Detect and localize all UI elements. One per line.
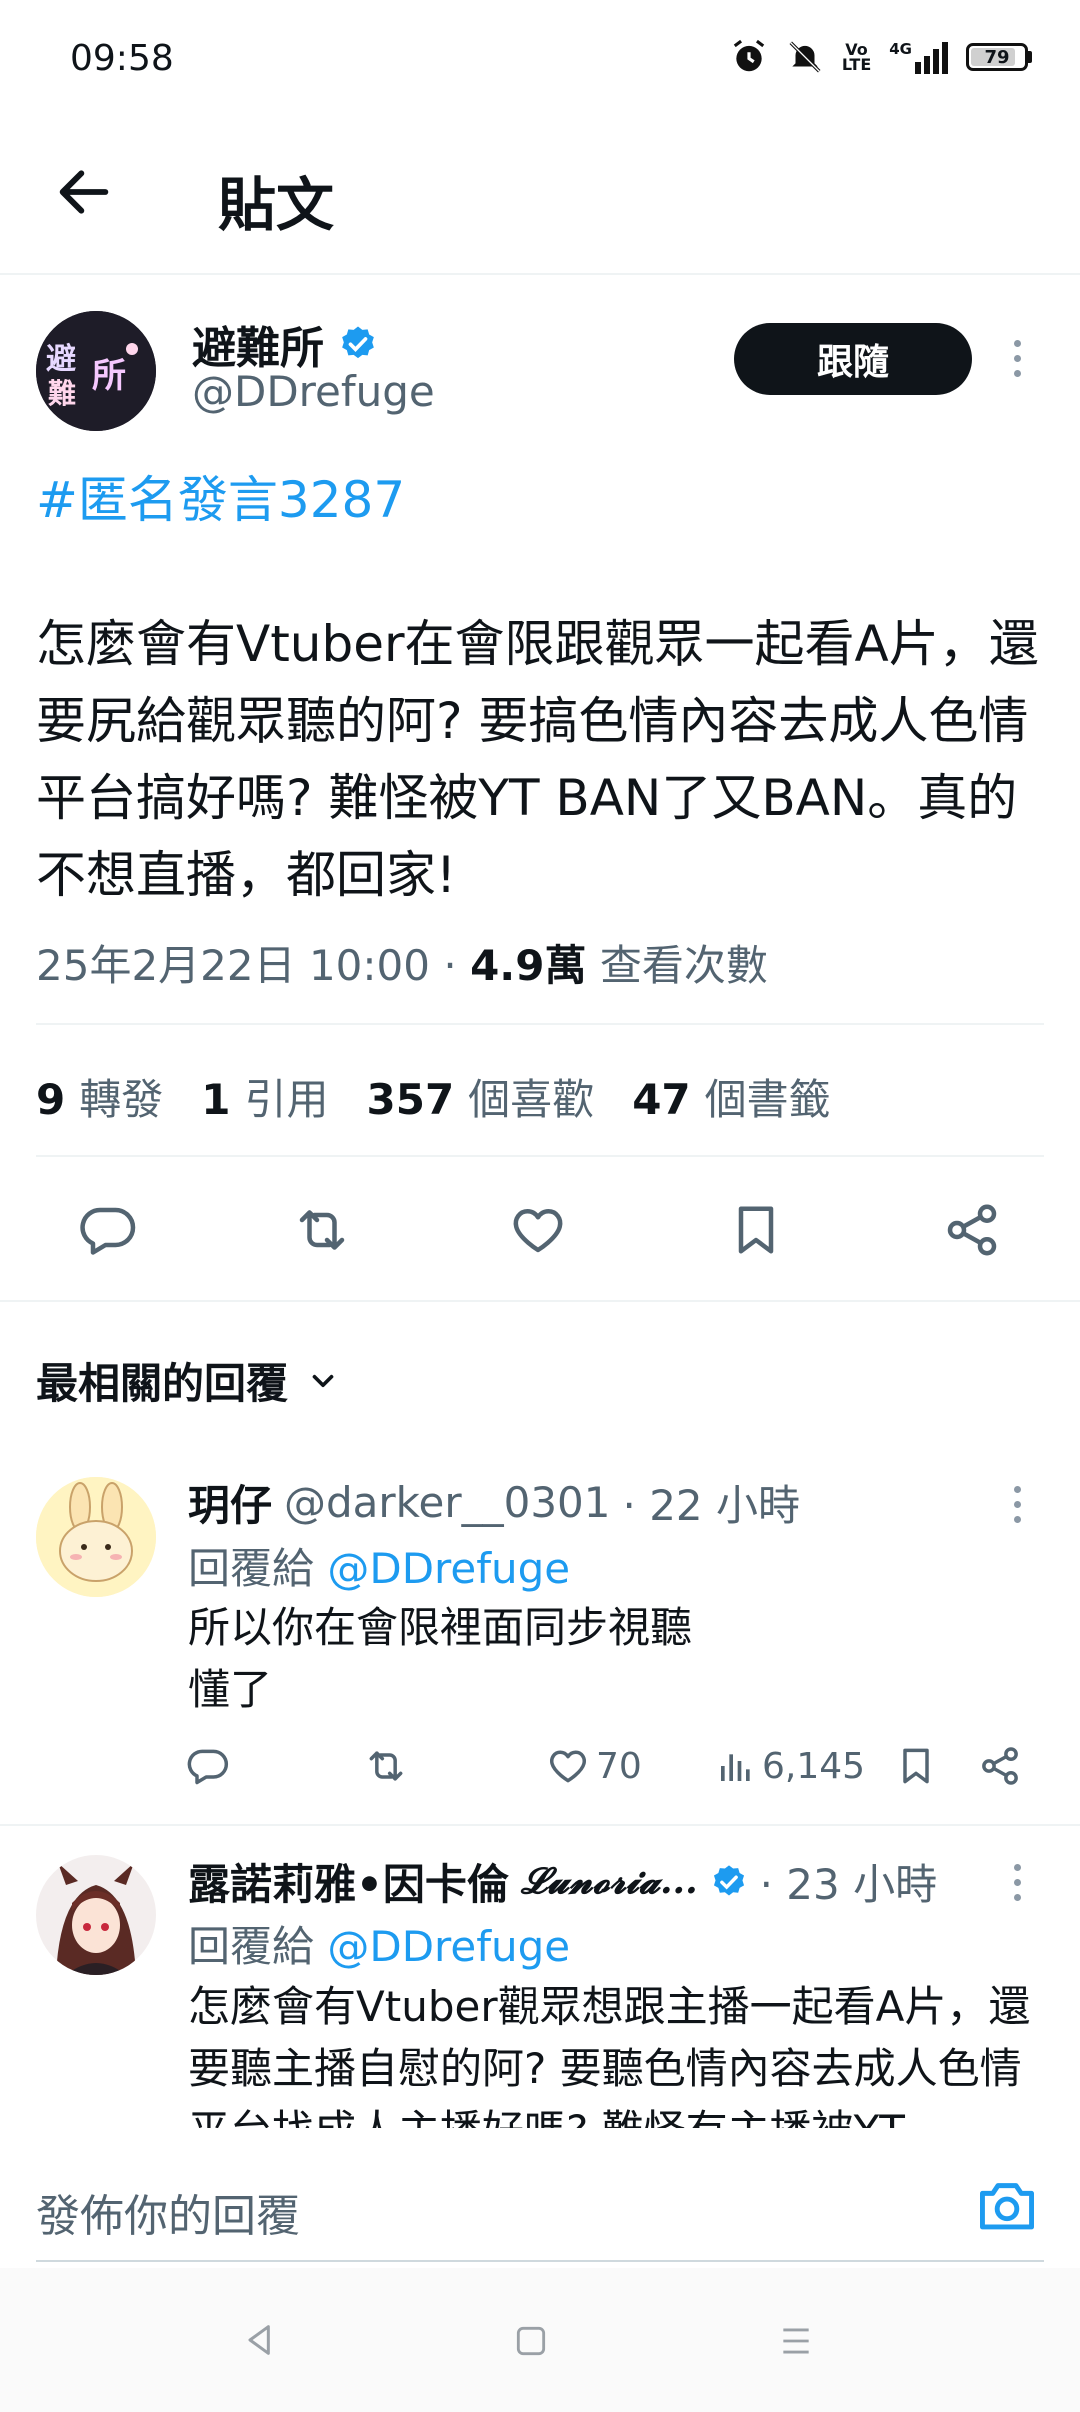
view-count: 4.9萬 xyxy=(470,941,587,990)
svg-text:難: 難 xyxy=(48,377,76,410)
verified-badge-icon xyxy=(338,324,378,364)
svg-text:避: 避 xyxy=(46,342,76,377)
reply-action-bar: 70 6,145 xyxy=(0,1744,1080,1794)
reply-to-handle[interactable]: @DDrefuge xyxy=(327,1544,570,1593)
reply-bookmark-icon[interactable] xyxy=(894,1744,938,1788)
stat-likes[interactable]: 357 個喜歡 xyxy=(367,1066,595,1127)
like-icon[interactable] xyxy=(508,1200,568,1260)
reply-to-handle[interactable]: @DDrefuge xyxy=(327,1922,570,1971)
reply-author-handle[interactable]: @darker__0301 xyxy=(284,1478,610,1527)
page-title: 貼文 xyxy=(218,171,335,239)
follow-button[interactable]: 跟隨 xyxy=(734,323,972,395)
reply-sort-dropdown[interactable]: 最相關的回覆 xyxy=(36,1350,340,1411)
reply-time: · 23 小時 xyxy=(759,1860,938,1909)
post-timestamp[interactable]: 25年2月22日 10:00 xyxy=(36,941,430,990)
reply-author-name[interactable]: 露諾莉雅•因卡倫 xyxy=(188,1851,509,1912)
reply-more-icon[interactable] xyxy=(1014,1864,1021,1901)
reply-repost-icon[interactable] xyxy=(364,1744,408,1788)
chevron-down-icon xyxy=(312,1374,334,1387)
reply-to-line: 回覆給 @DDrefuge xyxy=(188,1544,571,1593)
share-icon[interactable] xyxy=(942,1200,1002,1260)
post-action-bar xyxy=(0,1200,1080,1260)
reply-text: 所以你在會限裡面同步視聽 懂了 xyxy=(188,1603,693,1714)
status-time: 09:58 xyxy=(70,38,174,79)
reply-avatar[interactable] xyxy=(36,1477,156,1597)
reply-reply-icon[interactable] xyxy=(186,1744,230,1788)
reply-input[interactable]: 發佈你的回覆 xyxy=(36,2180,300,2244)
reply-time: · 22 小時 xyxy=(622,1481,801,1530)
post-more-icon[interactable] xyxy=(1014,340,1021,377)
stat-quotes[interactable]: 1 引用 xyxy=(201,1066,328,1127)
stat-reposts[interactable]: 9 轉發 xyxy=(36,1066,163,1127)
verified-badge-icon xyxy=(710,1863,748,1901)
nav-home-icon[interactable] xyxy=(512,2322,550,2360)
author-avatar[interactable]: 避 難 所 xyxy=(36,311,156,431)
post-text: 怎麼會有Vtuber在會限跟觀眾一起看A片，還要尻給觀眾聽的阿? 要搞色情內容去… xyxy=(36,615,1039,904)
divider xyxy=(0,1824,1080,1826)
camera-icon[interactable] xyxy=(976,2176,1038,2234)
reply-views-button[interactable]: 6,145 xyxy=(716,1744,865,1788)
view-label: 查看次數 xyxy=(599,941,768,990)
reply-more-icon[interactable] xyxy=(1014,1486,1021,1523)
reply-author-name[interactable]: 玥仔 xyxy=(188,1472,272,1533)
reply-share-icon[interactable] xyxy=(978,1744,1022,1788)
bookmark-icon[interactable] xyxy=(726,1200,786,1260)
reply-to-line: 回覆給 @DDrefuge xyxy=(188,1922,571,1971)
author-handle[interactable]: @DDrefuge xyxy=(192,367,435,416)
repost-icon[interactable] xyxy=(292,1200,352,1260)
reply-avatar[interactable] xyxy=(36,1855,156,1975)
mute-bell-icon xyxy=(786,38,824,76)
arrow-left-icon xyxy=(59,170,109,214)
post-stats: 9 轉發 1 引用 357 個喜歡 47 個書籤 xyxy=(36,1066,831,1127)
heart-icon xyxy=(550,1750,586,1783)
signal-icon: 4G xyxy=(889,40,948,74)
compose-underline xyxy=(36,2260,1044,2262)
views-icon xyxy=(721,1754,750,1781)
battery-icon: 79 xyxy=(966,43,1032,71)
reply-like-button[interactable]: 70 xyxy=(546,1744,642,1788)
reply-header: 玥仔 @darker__0301 · 22 小時 xyxy=(188,1472,800,1533)
divider xyxy=(36,1155,1044,1157)
stat-bookmarks[interactable]: 47 個書籤 xyxy=(632,1066,830,1127)
back-button[interactable] xyxy=(52,160,116,224)
reply-text: 怎麼會有Vtuber觀眾想跟主播一起看A片，還要聽主播自慰的阿? 要聽色情內容去… xyxy=(188,1982,1031,2128)
volte-icon: Vo LTE xyxy=(841,40,872,74)
reply-header: 露諾莉雅•因卡倫 𝓛𝓾𝓷𝓸𝓻𝓲𝓪... · 23 小時 xyxy=(188,1851,937,1912)
post-meta: 25年2月22日 10:00 · 4.9萬 查看次數 xyxy=(36,941,768,990)
reply-icon[interactable] xyxy=(78,1200,138,1260)
divider xyxy=(36,1023,1044,1025)
divider xyxy=(0,1300,1080,1302)
alarm-icon xyxy=(730,38,768,76)
reply-author-name-script[interactable]: 𝓛𝓾𝓷𝓸𝓻𝓲𝓪... xyxy=(521,1860,698,1903)
system-nav-bar xyxy=(0,2268,1080,2412)
nav-recents-icon[interactable] xyxy=(776,2322,816,2360)
header-divider xyxy=(0,273,1080,275)
hashtag-link[interactable]: #匿名發言3287 xyxy=(36,460,405,532)
svg-text:所: 所 xyxy=(92,356,126,396)
status-icons: Vo LTE 4G 79 xyxy=(730,38,1032,76)
nav-back-icon[interactable] xyxy=(240,2320,280,2360)
